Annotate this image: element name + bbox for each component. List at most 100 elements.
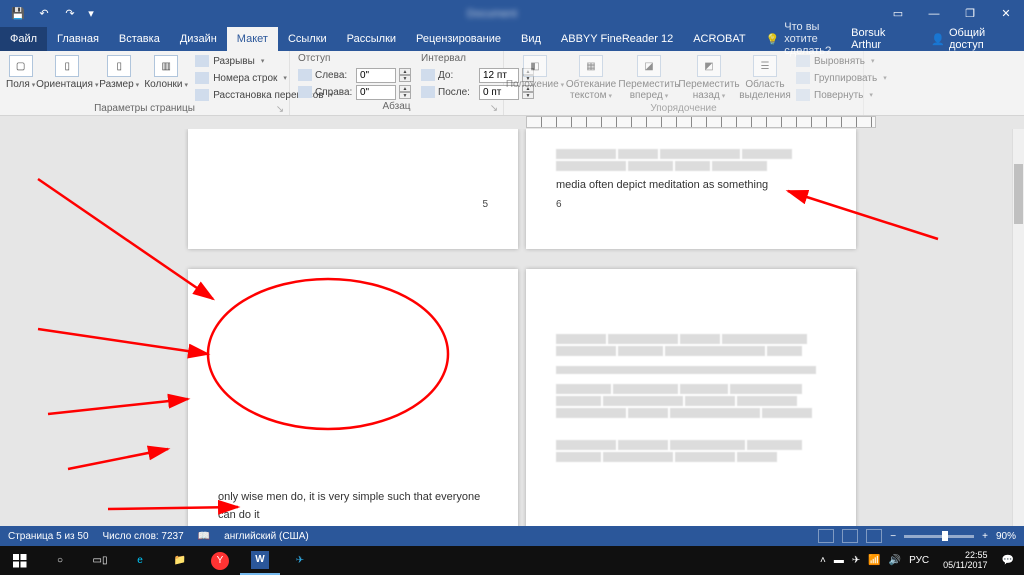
spacing-after-icon — [421, 86, 435, 98]
columns-button[interactable]: ▥ Колонки▾ — [143, 53, 189, 92]
zoom-out-button[interactable]: − — [890, 531, 896, 542]
page-7-text: only wise men do, it is very simple such… — [218, 489, 488, 524]
selection-pane-icon: ☰ — [753, 55, 777, 77]
tab-home[interactable]: Главная — [47, 27, 109, 51]
undo-button[interactable]: ↶ — [32, 3, 56, 25]
tray-chevron-icon[interactable]: ˄ — [820, 555, 826, 566]
tab-insert[interactable]: Вставка — [109, 27, 170, 51]
indent-left-icon — [298, 69, 312, 81]
columns-icon: ▥ — [154, 55, 178, 77]
qat-more-button[interactable]: ▾ — [84, 3, 98, 25]
indent-left-input[interactable] — [356, 68, 396, 83]
breaks-icon — [195, 55, 209, 67]
rotate-icon — [796, 89, 810, 101]
document-canvas[interactable]: 5 media often depict meditation as somet… — [18, 129, 1024, 526]
start-button[interactable] — [0, 546, 40, 575]
document-title: Document — [104, 8, 880, 20]
send-backward-button: ◩ Переместить назад▾ — [680, 53, 738, 103]
close-button[interactable]: ✕ — [988, 0, 1024, 27]
wrap-text-icon: ▦ — [579, 55, 603, 77]
redo-button[interactable]: ↷ — [58, 3, 82, 25]
spacing-before-icon — [421, 69, 435, 81]
arrange-group-label: Упорядочение — [508, 103, 859, 114]
ribbon-options-icon[interactable]: ▭ — [880, 0, 916, 27]
view-print-layout[interactable] — [842, 529, 858, 543]
indent-right-icon — [298, 86, 312, 98]
page-6[interactable]: media often depict meditation as somethi… — [526, 129, 856, 249]
task-view-icon[interactable]: ▭▯ — [80, 546, 120, 575]
send-backward-icon: ◩ — [697, 55, 721, 77]
tell-me-search[interactable]: 💡 Что вы хотите сделать? — [756, 27, 842, 51]
page-number-6: 6 — [556, 199, 562, 210]
position-icon: ◧ — [523, 55, 547, 77]
orientation-button[interactable]: ▯ Ориентация▾ — [39, 53, 95, 92]
position-button: ◧ Положение▾ — [508, 53, 562, 92]
page-setup-launcher[interactable]: ↘ — [275, 104, 285, 114]
taskbar-word[interactable]: W — [240, 546, 280, 575]
user-name[interactable]: Borsuk Arthur — [841, 27, 921, 51]
group-button: Группировать▾ — [792, 70, 891, 86]
tray-plane-icon[interactable]: ✈ — [852, 555, 860, 566]
tab-acrobat[interactable]: ACROBAT — [683, 27, 755, 51]
page-6-text: media often depict meditation as somethi… — [556, 177, 826, 195]
indent-label: Отступ — [298, 53, 411, 64]
page-7[interactable]: only wise men do, it is very simple such… — [188, 269, 518, 526]
tab-file[interactable]: Файл — [0, 27, 47, 51]
spin-up[interactable]: ▲ — [399, 68, 411, 75]
status-words[interactable]: Число слов: 7237 — [103, 531, 184, 542]
page-setup-group-label: Параметры страницы — [94, 103, 195, 114]
bring-forward-button: ◪ Переместить вперед▾ — [620, 53, 678, 103]
share-icon: 👤 — [931, 33, 945, 46]
minimize-button[interactable]: — — [916, 0, 952, 27]
ruler-vertical[interactable] — [0, 129, 18, 526]
spin-up[interactable]: ▲ — [399, 85, 411, 92]
tab-references[interactable]: Ссылки — [278, 27, 337, 51]
maximize-button[interactable]: ❐ — [952, 0, 988, 27]
size-icon: ▯ — [107, 55, 131, 77]
tab-layout[interactable]: Макет — [227, 27, 278, 51]
orientation-icon: ▯ — [55, 55, 79, 77]
page-5[interactable]: 5 — [188, 129, 518, 249]
tray-notifications-icon[interactable]: 💬 — [1002, 555, 1014, 566]
margins-button[interactable]: ▢ Поля▾ — [4, 53, 37, 92]
zoom-in-button[interactable]: + — [982, 531, 988, 542]
tab-design[interactable]: Дизайн — [170, 27, 227, 51]
taskbar-explorer[interactable]: 📁 — [160, 546, 200, 575]
status-language[interactable]: английский (США) — [224, 531, 309, 542]
tray-battery-icon[interactable]: ▬ — [834, 555, 844, 566]
tray-clock[interactable]: 22:55 05/11/2017 — [937, 551, 993, 571]
cortana-icon[interactable]: ○ — [40, 546, 80, 575]
tray-wifi-icon[interactable]: 📶 — [868, 555, 880, 566]
selection-pane-button[interactable]: ☰ Область выделения — [740, 53, 790, 103]
spin-down[interactable]: ▼ — [399, 75, 411, 82]
view-web-layout[interactable] — [866, 529, 882, 543]
spin-down[interactable]: ▼ — [399, 92, 411, 99]
taskbar-yandex[interactable]: Y — [200, 546, 240, 575]
status-spellcheck-icon[interactable]: 📖 — [198, 531, 210, 542]
view-read-mode[interactable] — [818, 529, 834, 543]
tab-mailings[interactable]: Рассылки — [337, 27, 406, 51]
taskbar-edge[interactable]: e — [120, 546, 160, 575]
page-8[interactable] — [526, 269, 856, 526]
group-icon — [796, 72, 810, 84]
indent-right-input[interactable] — [356, 85, 396, 100]
vertical-scrollbar[interactable] — [1012, 129, 1024, 526]
tab-view[interactable]: Вид — [511, 27, 551, 51]
ruler-corner — [0, 116, 18, 129]
line-numbers-icon — [195, 72, 209, 84]
ruler-horizontal[interactable] — [526, 116, 876, 128]
scrollbar-thumb[interactable] — [1014, 164, 1023, 224]
tray-language[interactable]: РУС — [909, 555, 929, 566]
zoom-slider[interactable] — [904, 535, 974, 538]
zoom-level[interactable]: 90% — [996, 531, 1016, 542]
save-button[interactable]: 💾 — [6, 3, 30, 25]
paragraph-launcher[interactable]: ↘ — [489, 103, 499, 113]
share-button[interactable]: 👤 Общий доступ — [921, 27, 1024, 51]
taskbar-telegram[interactable]: ✈ — [280, 546, 320, 575]
size-button[interactable]: ▯ Размер▾ — [97, 53, 141, 92]
tray-volume-icon[interactable]: 🔊 — [889, 555, 901, 566]
status-page[interactable]: Страница 5 из 50 — [8, 531, 89, 542]
tab-review[interactable]: Рецензирование — [406, 27, 511, 51]
tab-abbyy[interactable]: ABBYY FineReader 12 — [551, 27, 683, 51]
align-button: Выровнять▾ — [792, 53, 891, 69]
